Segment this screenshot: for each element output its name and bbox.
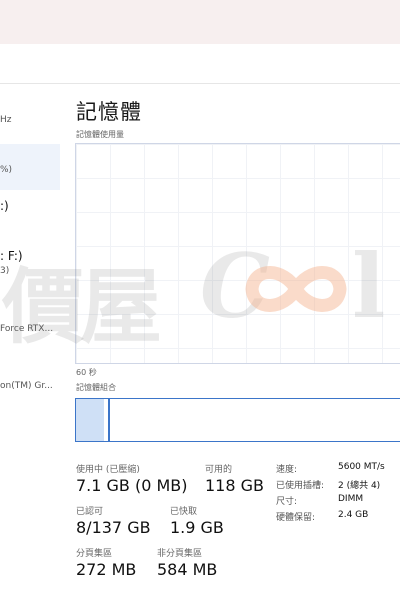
sidebar-item-gpu-0-label: Force RTX... <box>0 324 54 334</box>
speed-value: 5600 MT/s <box>338 462 385 472</box>
header-divider <box>0 83 400 84</box>
committed-label: 已認可 <box>76 507 104 517</box>
in-use-value: 7.1 GB (0 MB) <box>76 476 188 495</box>
title-bar <box>0 0 400 44</box>
slots-used-label: 已使用插槽: <box>276 481 325 491</box>
sidebar-item-memory[interactable]: %) <box>0 144 60 190</box>
sidebar-item-disk-1[interactable]: :) <box>0 194 60 230</box>
sidebar-item-disk-1-label: :) <box>0 199 9 213</box>
sidebar-item-gpu-1[interactable]: on(TM) Gr... <box>0 374 60 398</box>
form-factor-label: 尺寸: <box>276 497 298 507</box>
non-paged-pool-label: 非分頁集區 <box>157 549 203 559</box>
memory-composition-label: 記憶體組合 <box>76 383 116 392</box>
non-paged-pool-value: 584 MB <box>157 560 218 579</box>
sidebar-item-gpu-1-label: on(TM) Gr... <box>0 381 53 391</box>
sidebar-item-disk-2[interactable]: : F:) 3) <box>0 244 60 284</box>
committed-value: 8/137 GB <box>76 518 151 537</box>
page-title: 記憶體 <box>76 100 142 124</box>
composition-in-use-segment <box>76 399 105 441</box>
hardware-reserved-value: 2.4 GB <box>338 510 369 520</box>
hardware-reserved-label: 硬體保留: <box>276 513 316 523</box>
sidebar-item-memory-detail: %) <box>0 165 13 175</box>
paged-pool-label: 分頁集區 <box>76 549 113 559</box>
in-use-label: 使用中 (已壓縮) <box>76 465 140 475</box>
paged-pool-value: 272 MB <box>76 560 137 579</box>
memory-usage-graph-label: 記憶體使用量 <box>76 130 124 139</box>
sidebar-item-cpu-detail: Hz <box>0 115 12 125</box>
form-factor-value: DIMM <box>338 494 364 504</box>
available-label: 可用的 <box>205 465 233 475</box>
slots-used-value: 2 (總共 4) <box>338 481 381 491</box>
available-value: 118 GB <box>205 476 264 495</box>
cached-label: 已快取 <box>170 507 198 517</box>
sidebar: Hz %) :) : F:) 3) Force RTX... on(TM) Gr… <box>0 84 60 600</box>
sidebar-item-gpu-0[interactable]: Force RTX... <box>0 316 60 340</box>
speed-label: 速度: <box>276 465 298 475</box>
cached-value: 1.9 GB <box>170 518 224 537</box>
graph-time-span-label: 60 秒 <box>76 368 97 377</box>
sidebar-item-cpu[interactable]: Hz <box>0 108 60 132</box>
memory-usage-graph <box>75 143 400 364</box>
composition-modified-segment <box>104 399 110 441</box>
sidebar-item-disk-2-detail: 3) <box>0 266 10 276</box>
memory-composition-bar <box>75 398 400 442</box>
sidebar-item-disk-2-label: : F:) <box>0 249 23 263</box>
